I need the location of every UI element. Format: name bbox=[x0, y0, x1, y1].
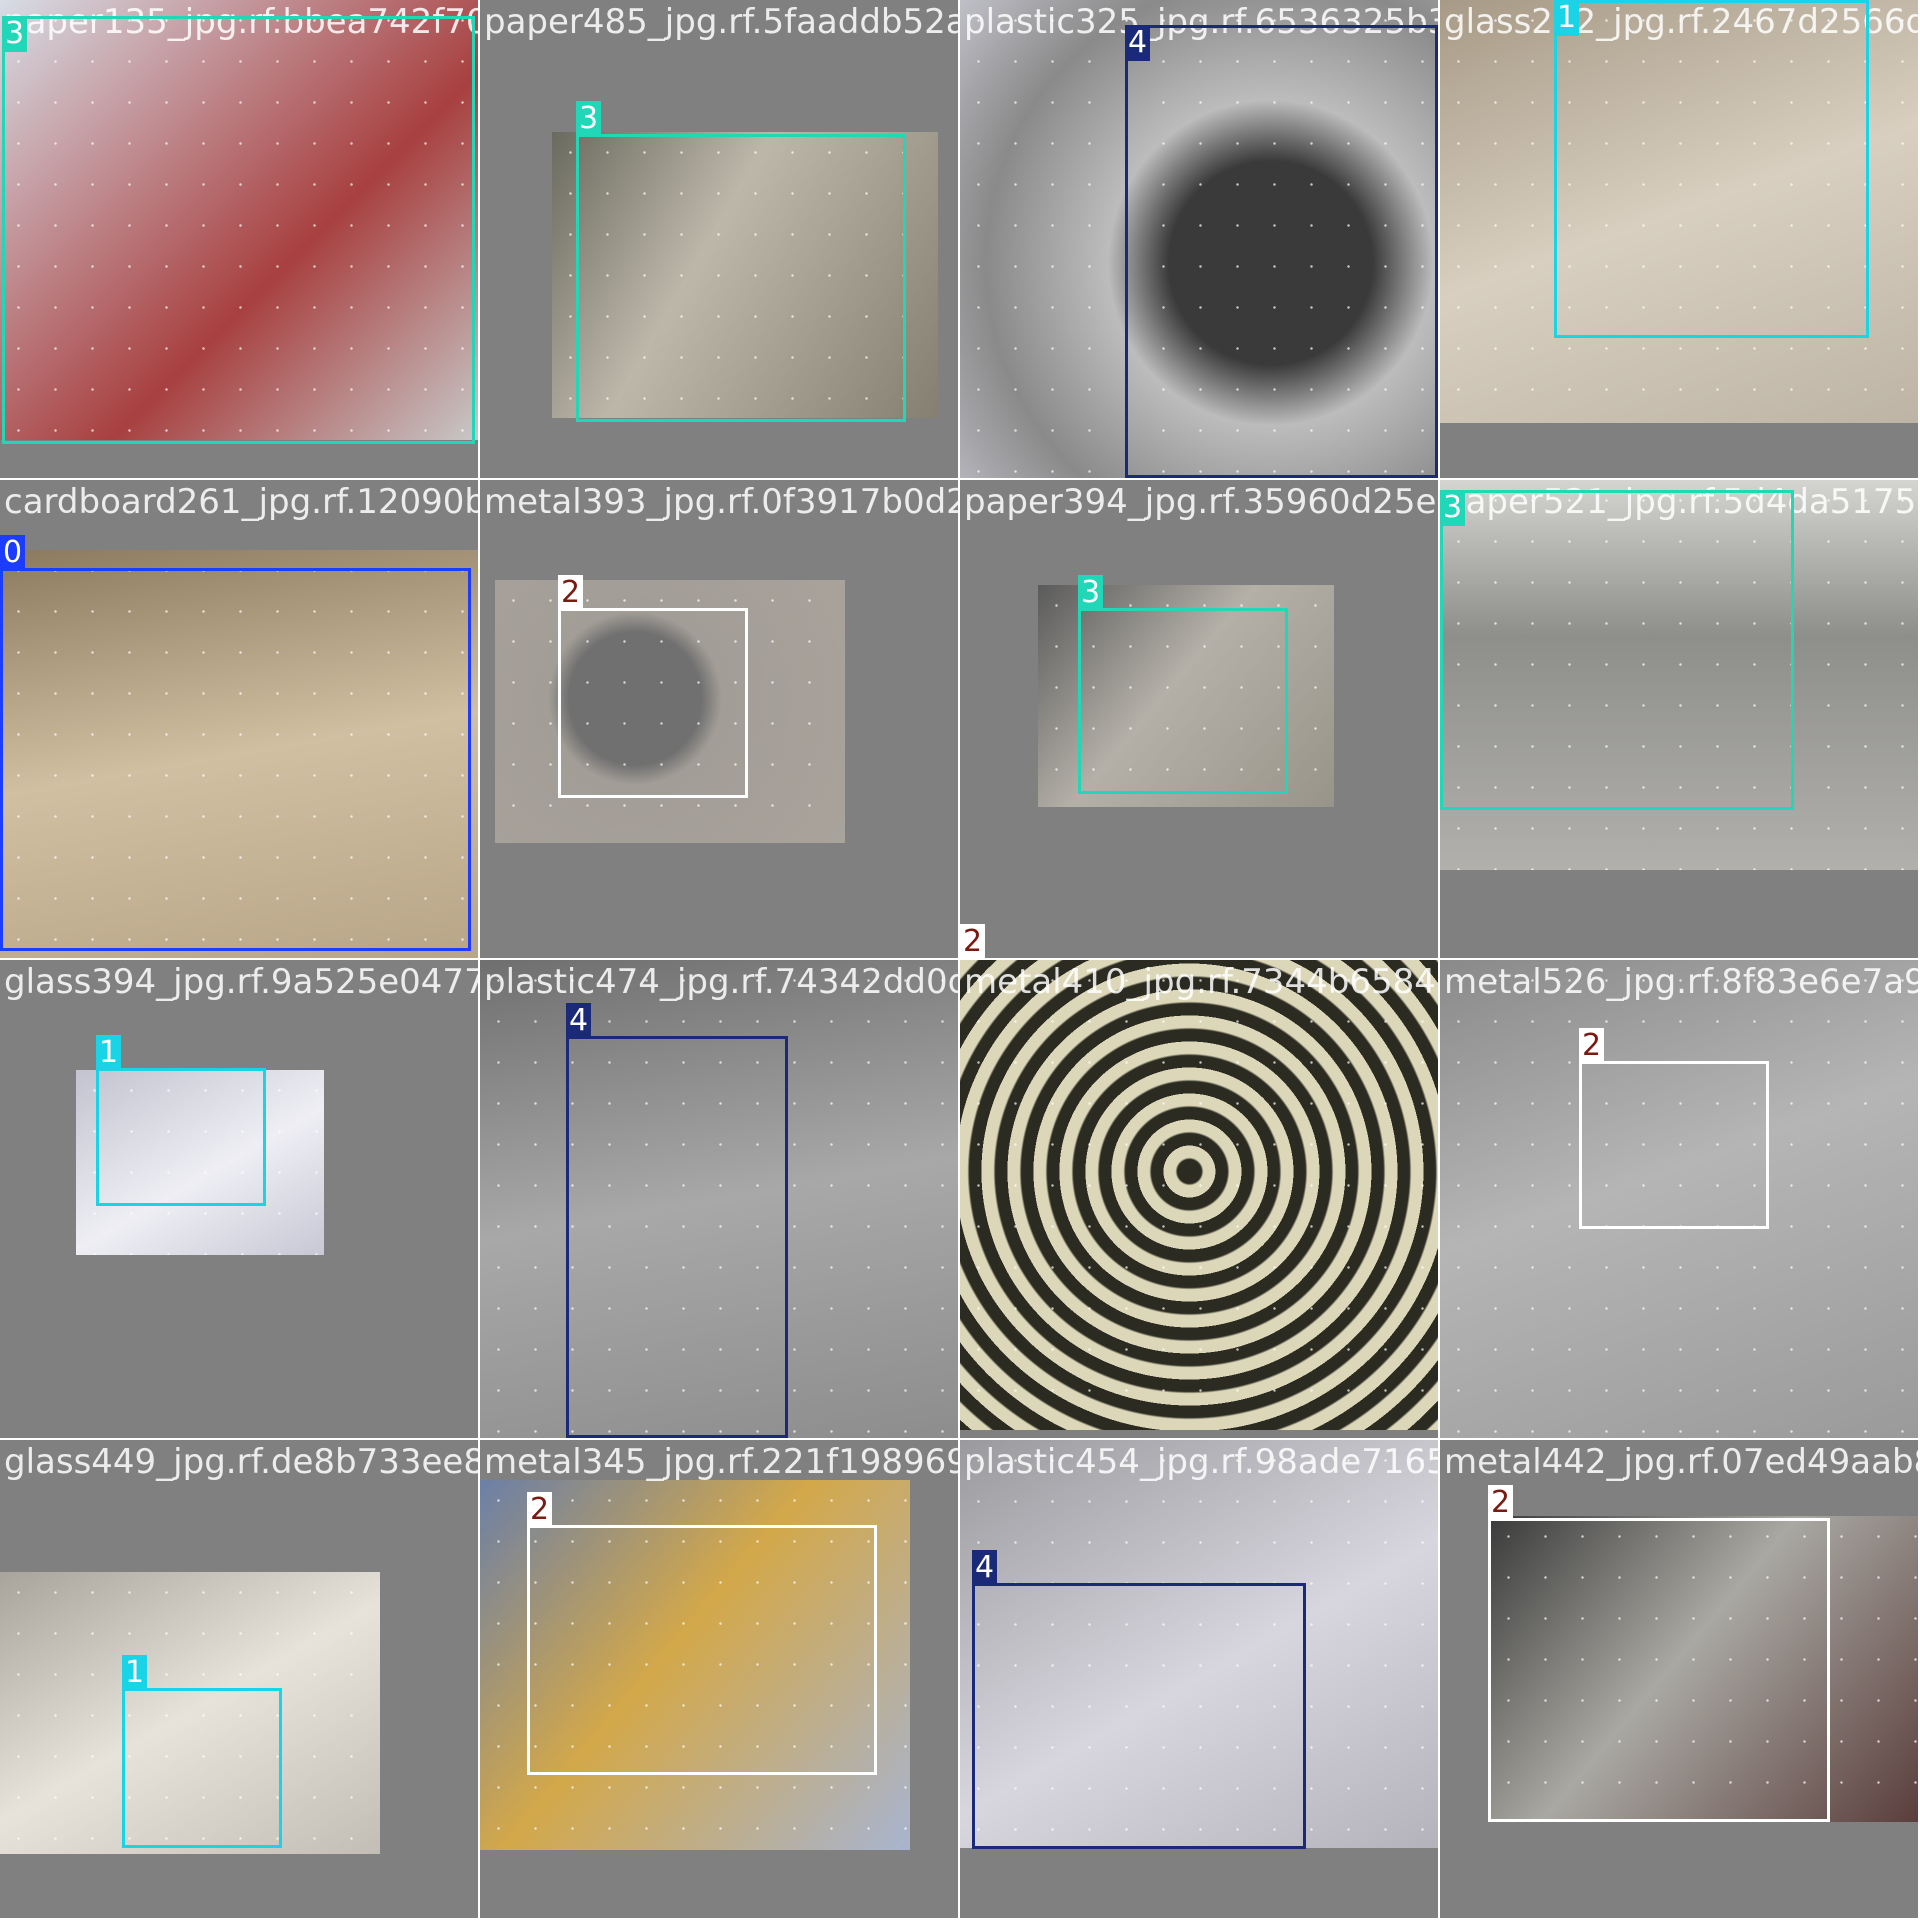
tile-filename: cardboard261_jpg.rf.12090b bbox=[4, 482, 478, 522]
class-label: 4 bbox=[972, 1550, 998, 1586]
tile-filename: plastic454_jpg.rf.98ade7165fb4 bbox=[964, 1442, 1438, 1482]
tile-filename: glass449_jpg.rf.de8b733ee8 bbox=[4, 1442, 478, 1482]
mosaic-tile: metal393_jpg.rf.0f3917b0d269 2 bbox=[480, 480, 958, 958]
tile-filename: paper485_jpg.rf.5faaddb52aa bbox=[484, 2, 958, 42]
mosaic-tile: metal526_jpg.rf.8f83e6e7a9 2 bbox=[1440, 960, 1918, 1438]
bounding-box: 2 bbox=[1488, 1485, 1830, 1822]
mosaic-grid: paper135_jpg.rf.bbea742f70799bba443ba911… bbox=[0, 0, 1920, 1920]
class-label: 2 bbox=[558, 575, 584, 611]
mosaic-tile: glass394_jpg.rf.9a525e04776 1 bbox=[0, 960, 478, 1438]
mosaic-tile: paper135_jpg.rf.bbea742f70799bba443ba911… bbox=[0, 0, 478, 478]
bounding-box: 3 bbox=[1078, 575, 1288, 794]
mosaic-tile: plastic325_jpg.rf.6536325b3745170ecd85ee… bbox=[960, 0, 1438, 478]
tile-filename: metal393_jpg.rf.0f3917b0d269 bbox=[484, 482, 958, 522]
bounding-box: 2 bbox=[1579, 1028, 1769, 1229]
mosaic-tile: plastic454_jpg.rf.98ade7165fb4 4 bbox=[960, 1440, 1438, 1918]
class-label: 4 bbox=[566, 1003, 592, 1039]
mosaic-tile: paper521_jpg.rf.5d4da5175e 3 bbox=[1440, 480, 1918, 958]
mosaic-tile: paper485_jpg.rf.5faaddb52aa 3 bbox=[480, 0, 958, 478]
bounding-box: 3 bbox=[576, 101, 906, 422]
class-label: 2 bbox=[527, 1492, 553, 1528]
class-label: 1 bbox=[122, 1655, 148, 1691]
class-label: 2 bbox=[960, 924, 986, 960]
mosaic-tile: glass449_jpg.rf.de8b733ee8 1 bbox=[0, 1440, 478, 1918]
tile-filename: glass394_jpg.rf.9a525e04776 bbox=[4, 962, 478, 1002]
mosaic-tile: plastic474_jpg.rf.74342dd0d 4 bbox=[480, 960, 958, 1438]
mosaic-tile: metal442_jpg.rf.07ed49aab8 2 bbox=[1440, 1440, 1918, 1918]
bounding-box: 4 bbox=[566, 1003, 788, 1438]
bounding-box: 1 bbox=[1554, 0, 1869, 338]
tile-filename: metal526_jpg.rf.8f83e6e7a9 bbox=[1444, 962, 1918, 1002]
class-label: 2 bbox=[1579, 1028, 1605, 1064]
tile-photo bbox=[960, 960, 1438, 1430]
class-label: 4 bbox=[1125, 25, 1151, 61]
bounding-box: 3 bbox=[2, 16, 475, 444]
mosaic-tile: cardboard261_jpg.rf.12090b 0 bbox=[0, 480, 478, 958]
class-label: 1 bbox=[96, 1035, 122, 1071]
mosaic-tile: glass212_jpg.rf.2467d2566d2509bc19e462f2… bbox=[1440, 0, 1918, 478]
tile-filename: metal345_jpg.rf.221f198969 bbox=[484, 1442, 958, 1482]
bounding-box: 1 bbox=[96, 1035, 266, 1206]
class-label: 2 bbox=[1488, 1485, 1514, 1521]
bounding-box: 0 bbox=[0, 535, 471, 951]
class-label: 3 bbox=[2, 16, 28, 52]
class-label: 1 bbox=[1554, 0, 1580, 36]
bounding-box: 3 bbox=[1440, 490, 1794, 810]
tile-filename: metal442_jpg.rf.07ed49aab8 bbox=[1444, 1442, 1918, 1482]
class-label: 3 bbox=[1078, 575, 1104, 611]
tile-filename: plastic474_jpg.rf.74342dd0d bbox=[484, 962, 958, 1002]
mosaic-tile: paper394_jpg.rf.35960d25eb3 3 bbox=[960, 480, 1438, 958]
bounding-box: 1 bbox=[122, 1655, 282, 1848]
bounding-box: 2 bbox=[558, 575, 748, 798]
class-label: 3 bbox=[576, 101, 602, 137]
tile-filename: metal410_jpg.rf.7344b65846 bbox=[964, 962, 1438, 1002]
bounding-box: 4 bbox=[1125, 25, 1438, 478]
bounding-box: 2 bbox=[527, 1492, 877, 1775]
mosaic-tile: metal345_jpg.rf.221f198969 2 bbox=[480, 1440, 958, 1918]
mosaic-tile: metal410_jpg.rf.7344b65846 bbox=[960, 960, 1438, 1438]
tile-filename: paper394_jpg.rf.35960d25eb3 bbox=[964, 482, 1438, 522]
class-label: 3 bbox=[1440, 490, 1466, 526]
bounding-box: 4 bbox=[972, 1550, 1306, 1849]
class-label: 0 bbox=[0, 535, 26, 571]
